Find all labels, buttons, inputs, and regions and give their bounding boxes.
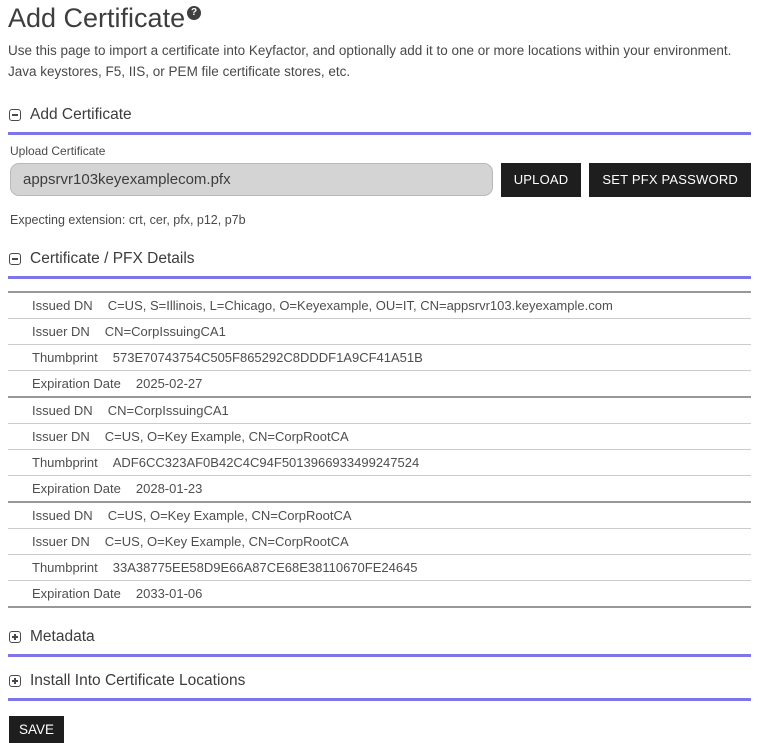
upload-row: UPLOAD SET PFX PASSWORD [10, 163, 751, 197]
table-row: Expiration Date 2025-02-27 [8, 370, 751, 396]
certificate-file-input[interactable] [10, 163, 493, 196]
section-label: Install Into Certificate Locations [30, 672, 245, 690]
row-label: Issuer DN [32, 324, 90, 339]
certificate-details-table: Issued DN C=US, S=Illinois, L=Chicago, O=… [8, 291, 751, 608]
title-row: Add Certificate? [8, 3, 751, 34]
row-value: C=US, S=Illinois, L=Chicago, O=Keyexampl… [108, 298, 613, 313]
row-value: C=US, O=Key Example, CN=CorpRootCA [108, 508, 352, 523]
section-header-metadata[interactable]: Metadata [8, 622, 751, 657]
table-row: Expiration Date 2033-01-06 [8, 580, 751, 606]
row-value: 2025-02-27 [136, 376, 203, 391]
row-label: Issued DN [32, 298, 93, 313]
section-label: Add Certificate [30, 106, 132, 124]
row-value: ADF6CC323AF0B42C4C94F5013966933499247524 [113, 455, 419, 470]
row-value: CN=CorpIssuingCA1 [108, 403, 229, 418]
row-value: 2028-01-23 [136, 481, 203, 496]
row-label: Issued DN [32, 508, 93, 523]
row-label: Expiration Date [32, 376, 121, 391]
table-row: Thumbprint 33A38775EE58D9E66A87CE68E38110… [8, 554, 751, 580]
save-button[interactable]: SAVE [9, 716, 64, 743]
row-value: CN=CorpIssuingCA1 [105, 324, 226, 339]
help-icon[interactable]: ? [187, 6, 201, 20]
row-label: Thumbprint [32, 560, 98, 575]
row-value: C=US, O=Key Example, CN=CorpRootCA [105, 429, 349, 444]
extension-hint: Expecting extension: crt, cer, pfx, p12,… [10, 213, 751, 227]
table-row: Issuer DN CN=CorpIssuingCA1 [8, 318, 751, 344]
table-row: Thumbprint 573E70743754C505F865292C8DDDF1… [8, 344, 751, 370]
section-header-details[interactable]: Certificate / PFX Details [8, 244, 751, 279]
table-row: Issued DN CN=CorpIssuingCA1 [8, 398, 751, 423]
add-certificate-page: Add Certificate? Use this page to import… [0, 0, 757, 743]
collapse-minus-icon[interactable] [9, 109, 21, 121]
section-label: Metadata [30, 628, 95, 646]
row-label: Expiration Date [32, 586, 121, 601]
set-pfx-password-button[interactable]: SET PFX PASSWORD [589, 163, 751, 197]
page-title: Add Certificate [8, 3, 185, 34]
upload-panel: Upload Certificate UPLOAD SET PFX PASSWO… [8, 135, 751, 227]
row-value: 573E70743754C505F865292C8DDDF1A9CF41A51B [113, 350, 423, 365]
expand-plus-icon[interactable] [9, 631, 21, 643]
table-row: Issuer DN C=US, O=Key Example, CN=CorpRoo… [8, 423, 751, 449]
row-label: Issuer DN [32, 429, 90, 444]
certificate-block: Issued DN C=US, S=Illinois, L=Chicago, O=… [8, 293, 751, 398]
table-row: Issued DN C=US, S=Illinois, L=Chicago, O=… [8, 293, 751, 318]
row-label: Expiration Date [32, 481, 121, 496]
table-row: Thumbprint ADF6CC323AF0B42C4C94F501396693… [8, 449, 751, 475]
table-row: Expiration Date 2028-01-23 [8, 475, 751, 501]
certificate-block: Issued DN C=US, O=Key Example, CN=CorpRoo… [8, 503, 751, 608]
row-label: Issued DN [32, 403, 93, 418]
certificate-block: Issued DN CN=CorpIssuingCA1 Issuer DN C=US… [8, 398, 751, 503]
upload-certificate-label: Upload Certificate [10, 144, 751, 158]
row-value: C=US, O=Key Example, CN=CorpRootCA [105, 534, 349, 549]
section-header-install-locations[interactable]: Install Into Certificate Locations [8, 666, 751, 701]
collapse-minus-icon[interactable] [9, 253, 21, 265]
row-label: Thumbprint [32, 350, 98, 365]
row-label: Issuer DN [32, 534, 90, 549]
table-row: Issued DN C=US, O=Key Example, CN=CorpRoo… [8, 503, 751, 528]
section-header-add-certificate[interactable]: Add Certificate [8, 100, 751, 135]
row-value: 33A38775EE58D9E66A87CE68E38110670FE24645 [113, 560, 418, 575]
page-description: Use this page to import a certificate in… [8, 41, 751, 83]
section-label: Certificate / PFX Details [30, 250, 195, 268]
expand-plus-icon[interactable] [9, 675, 21, 687]
upload-button[interactable]: UPLOAD [501, 163, 582, 197]
row-label: Thumbprint [32, 455, 98, 470]
row-value: 2033-01-06 [136, 586, 203, 601]
table-row: Issuer DN C=US, O=Key Example, CN=CorpRoo… [8, 528, 751, 554]
